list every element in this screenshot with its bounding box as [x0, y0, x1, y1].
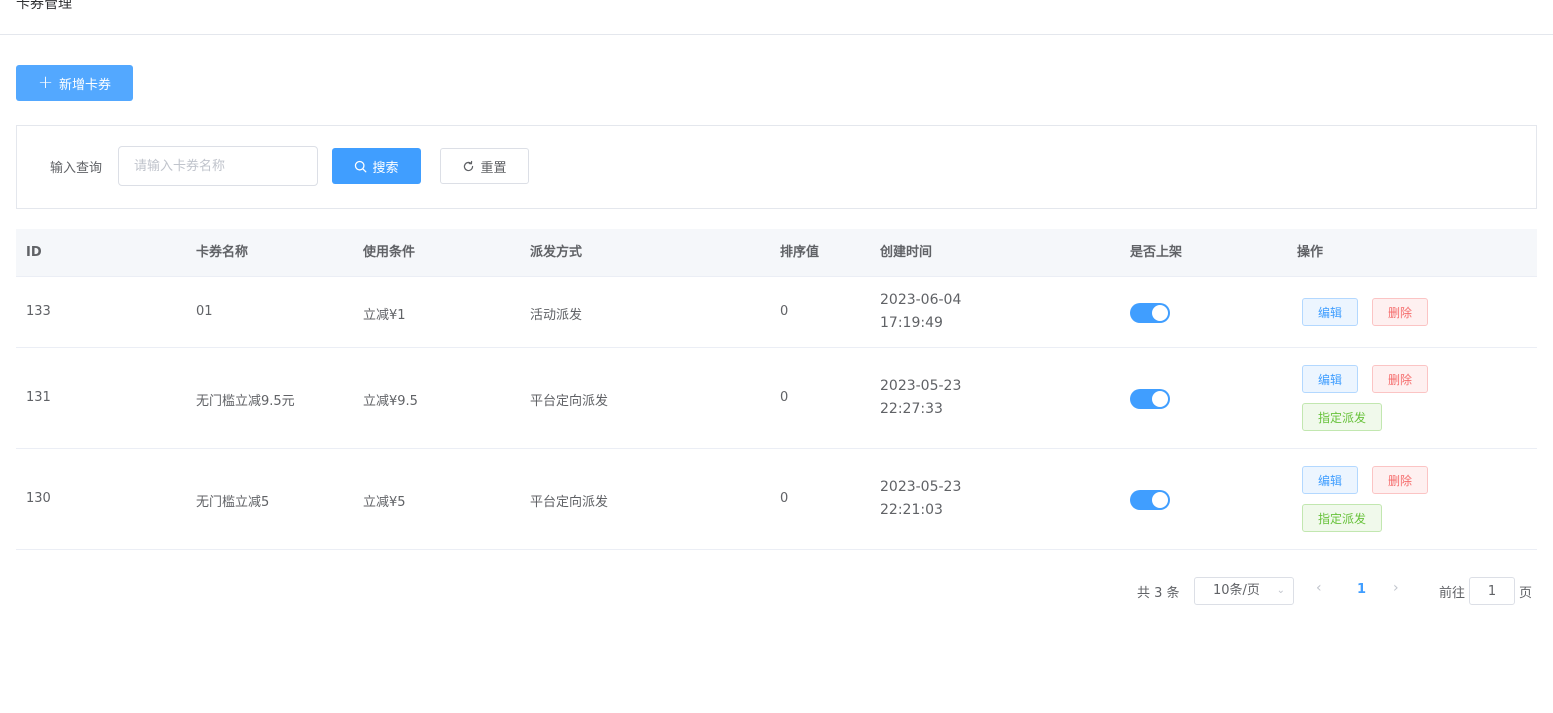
column-header-name: 卡券名称: [196, 245, 249, 260]
coupon-table: ID 卡券名称 使用条件 派发方式 排序值 创建时间 是否上架 操作 133 0…: [16, 229, 1537, 550]
page-size-value: 10条/页: [1213, 583, 1260, 598]
edit-button[interactable]: 编辑: [1302, 466, 1358, 494]
refresh-icon: [464, 160, 474, 171]
table-row: 131 无门槛立减9.5元 立减¥9.5 平台定向派发 0 2023-05-23…: [16, 348, 1537, 449]
cell-condition: 立减¥5: [363, 495, 406, 510]
column-header-listed: 是否上架: [1130, 245, 1183, 260]
cell-id: 130: [26, 491, 51, 506]
plus-icon: +: [37, 72, 54, 93]
toggle-knob: [1152, 391, 1168, 407]
add-coupon-label: 新增卡券: [59, 77, 112, 93]
search-label: 输入查询: [50, 161, 103, 176]
cell-id: 131: [26, 390, 51, 405]
pagination-total: 共 3 条: [1137, 586, 1180, 601]
search-button[interactable]: 搜索: [332, 148, 421, 184]
page-title: 卡券管理: [16, 0, 72, 12]
cell-created: 2023-06-04 17:19:49: [880, 289, 961, 335]
cell-sort: 0: [780, 390, 789, 405]
page-header: 卡券管理: [0, 0, 1553, 35]
cell-created-date: 2023-05-23: [880, 378, 962, 394]
column-header-sort: 排序值: [780, 245, 820, 260]
cell-id: 133: [26, 304, 51, 319]
cell-created: 2023-05-23 22:21:03: [880, 476, 961, 522]
delete-button[interactable]: 删除: [1372, 298, 1428, 326]
search-panel: 输入查询 搜索 重置: [16, 125, 1537, 209]
listed-toggle[interactable]: [1130, 303, 1170, 323]
cell-sort: 0: [780, 491, 789, 506]
column-header-condition: 使用条件: [363, 245, 416, 260]
delete-button[interactable]: 删除: [1372, 365, 1428, 393]
table-row: 130 无门槛立减5 立减¥5 平台定向派发 0 2023-05-23 22:2…: [16, 449, 1537, 550]
chevron-left-icon[interactable]: ‹: [1316, 580, 1322, 596]
cell-method: 平台定向派发: [530, 495, 609, 510]
chevron-down-icon: ⌄: [1276, 585, 1285, 596]
search-input[interactable]: [118, 146, 318, 186]
assign-button[interactable]: 指定派发: [1302, 403, 1382, 431]
column-header-ops: 操作: [1297, 245, 1324, 260]
cell-name: 01: [196, 304, 213, 319]
search-button-label: 搜索: [372, 160, 399, 176]
add-coupon-button[interactable]: + 新增卡券: [16, 65, 133, 101]
cell-created-time: 22:21:03: [880, 502, 943, 518]
cell-created-date: 2023-06-04: [880, 292, 962, 308]
cell-method: 平台定向派发: [530, 394, 609, 409]
edit-button[interactable]: 编辑: [1302, 365, 1358, 393]
cell-created-time: 17:19:49: [880, 315, 943, 331]
page-suffix: 页: [1519, 586, 1533, 601]
cell-sort: 0: [780, 304, 789, 319]
table-header: ID 卡券名称 使用条件 派发方式 排序值 创建时间 是否上架 操作: [16, 229, 1537, 277]
column-header-method: 派发方式: [530, 245, 583, 260]
cell-created-date: 2023-05-23: [880, 479, 962, 495]
toggle-knob: [1152, 492, 1168, 508]
goto-page-input[interactable]: [1469, 577, 1515, 605]
column-header-created: 创建时间: [880, 245, 933, 260]
reset-button-label: 重置: [480, 160, 507, 176]
listed-toggle[interactable]: [1130, 490, 1170, 510]
chevron-right-icon[interactable]: ›: [1393, 580, 1399, 596]
delete-button[interactable]: 删除: [1372, 466, 1428, 494]
assign-button[interactable]: 指定派发: [1302, 504, 1382, 532]
cell-method: 活动派发: [530, 308, 583, 323]
cell-condition: 立减¥9.5: [363, 394, 418, 409]
edit-button[interactable]: 编辑: [1302, 298, 1358, 326]
listed-toggle[interactable]: [1130, 389, 1170, 409]
column-header-id: ID: [26, 245, 42, 260]
cell-created: 2023-05-23 22:27:33: [880, 375, 961, 421]
toggle-knob: [1152, 305, 1168, 321]
cell-name: 无门槛立减5: [196, 495, 270, 510]
search-icon: [355, 160, 367, 172]
pagination: 共 3 条 10条/页 ⌄ ‹ 1 › 前往 页: [0, 577, 1553, 605]
page-number-current[interactable]: 1: [1357, 582, 1366, 597]
cell-created-time: 22:27:33: [880, 401, 943, 417]
table-row: 133 01 立减¥1 活动派发 0 2023-06-04 17:19:49 编…: [16, 277, 1537, 348]
reset-button[interactable]: 重置: [440, 148, 529, 184]
goto-label: 前往: [1439, 586, 1466, 601]
cell-condition: 立减¥1: [363, 308, 406, 323]
cell-name: 无门槛立减9.5元: [196, 394, 295, 409]
page-size-select[interactable]: 10条/页 ⌄: [1194, 577, 1294, 605]
